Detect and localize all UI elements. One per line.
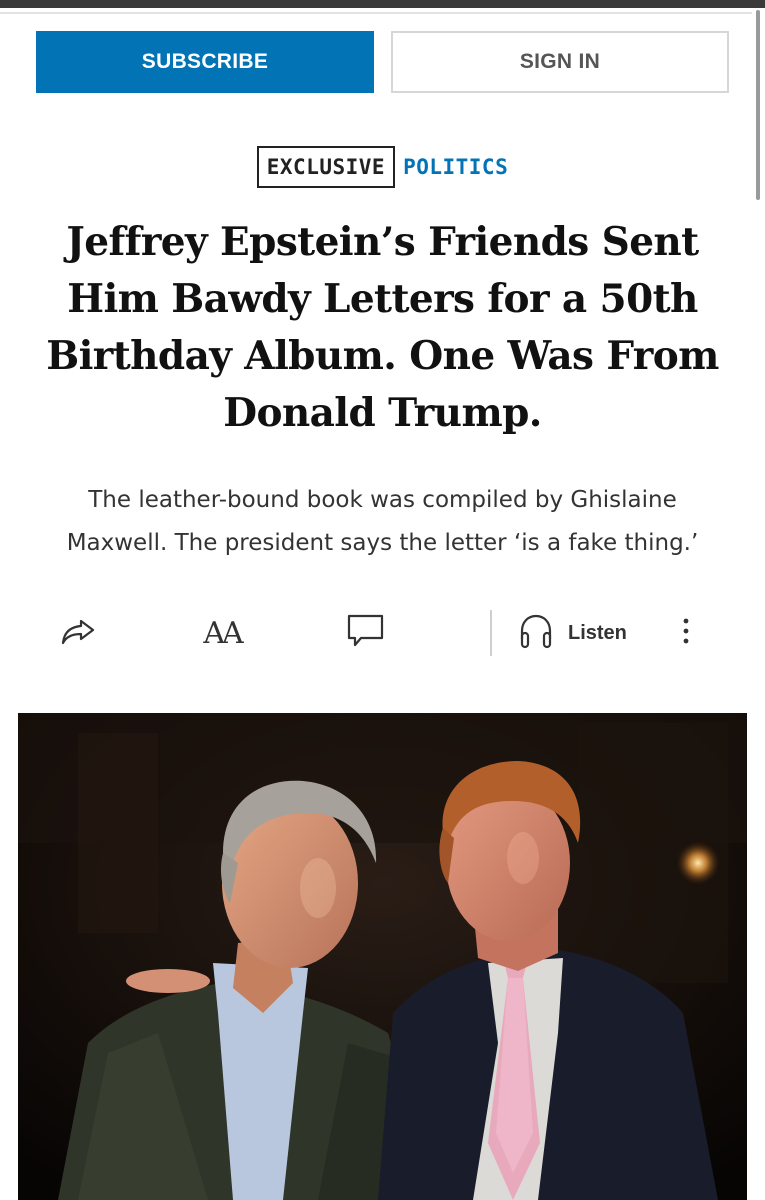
text-size-button[interactable]: AA [192,605,252,661]
listen-button[interactable]: Listen [516,605,646,661]
section-link-politics[interactable]: POLITICS [403,155,508,179]
sign-in-button[interactable]: SIGN IN [391,31,729,93]
header-divider [0,12,765,14]
comment-icon [346,613,386,654]
listen-label: Listen [568,621,627,644]
more-vertical-icon [682,617,690,650]
more-options-button[interactable] [668,605,704,661]
text-size-icon: AA [203,615,243,651]
article-headline: Jeffrey Epstein’s Friends Sent Him Bawdy… [46,219,719,436]
browser-top-bar [0,0,765,8]
article-lead-photo [18,713,747,1200]
subscribe-button[interactable]: SUBSCRIBE [36,31,374,93]
share-icon [59,615,97,652]
exclusive-badge: EXCLUSIVE [256,146,396,188]
article-toolbar: AA Listen [0,605,765,661]
toolbar-separator [490,610,492,656]
article-tags: EXCLUSIVE POLITICS [0,146,765,188]
comments-button[interactable] [336,605,396,661]
article-dek: The leather-bound book was compiled by G… [66,487,699,556]
headphones-icon [516,612,556,655]
share-button[interactable] [48,605,108,661]
